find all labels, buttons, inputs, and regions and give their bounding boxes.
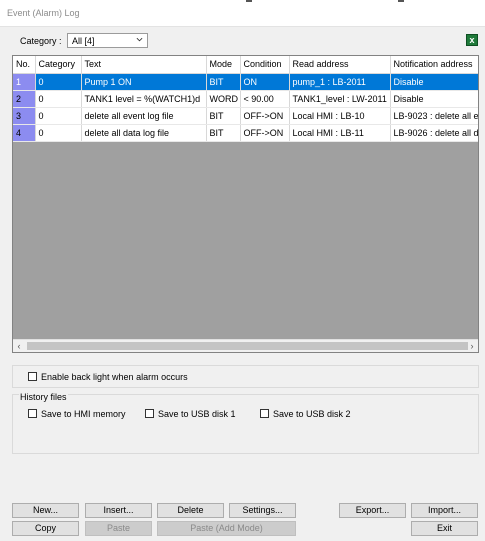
category-select[interactable]: All [4] [67, 33, 148, 48]
export-button[interactable]: Export... [339, 503, 406, 518]
row-read-address: Local HMI : LB-11 [289, 124, 391, 142]
title-bar: Event (Alarm) Log [0, 0, 485, 27]
row-condition: OFF->ON [240, 124, 290, 142]
row-read-address: TANK1_level : LW-2011 [289, 90, 391, 108]
row-text: TANK1 level = %(WATCH1)d [81, 90, 207, 108]
save-usb-disk-2-label: Save to USB disk 2 [273, 409, 351, 419]
row-category: 0 [35, 90, 82, 108]
column-header-notification-address[interactable]: Notification address [390, 56, 478, 74]
row-category: 0 [35, 73, 82, 91]
row-notification-address: Disable [390, 90, 478, 108]
row-number: 3 [13, 107, 36, 125]
row-notification-address: Disable [390, 73, 478, 91]
table-row[interactable]: 2 0 TANK1 level = %(WATCH1)d WORD < 90.0… [13, 90, 478, 108]
chevron-down-icon [136, 37, 143, 42]
excel-icon[interactable]: x [466, 34, 478, 46]
scroll-right-icon[interactable]: › [467, 341, 477, 351]
column-header-text[interactable]: Text [81, 56, 207, 74]
copy-button[interactable]: Copy [12, 521, 79, 536]
row-read-address: Local HMI : LB-10 [289, 107, 391, 125]
column-header-no[interactable]: No. [13, 56, 36, 74]
save-usb-disk-1-checkbox[interactable] [145, 409, 154, 418]
exit-button[interactable]: Exit [411, 521, 478, 536]
save-usb-disk-2-checkbox[interactable] [260, 409, 269, 418]
row-mode: BIT [206, 124, 241, 142]
column-header-read-address[interactable]: Read address [289, 56, 391, 74]
row-text: Pump 1 ON [81, 73, 207, 91]
window-title: Event (Alarm) Log [7, 8, 80, 18]
row-text: delete all data log file [81, 124, 207, 142]
backlight-checkbox[interactable] [28, 372, 37, 381]
scroll-left-icon[interactable]: ‹ [14, 341, 24, 351]
table-row[interactable]: 1 0 Pump 1 ON BIT ON pump_1 : LB-2011 Di… [13, 73, 478, 91]
insert-button[interactable]: Insert... [85, 503, 152, 518]
backlight-panel: Enable back light when alarm occurs [12, 365, 479, 388]
category-select-value: All [4] [72, 36, 95, 46]
column-header-category[interactable]: Category [35, 56, 82, 74]
row-number: 1 [13, 73, 36, 91]
row-text: delete all event log file [81, 107, 207, 125]
row-mode: WORD [206, 90, 241, 108]
row-category: 0 [35, 124, 82, 142]
row-number: 4 [13, 124, 36, 142]
import-button[interactable]: Import... [411, 503, 478, 518]
backlight-label: Enable back light when alarm occurs [41, 372, 188, 382]
column-header-condition[interactable]: Condition [240, 56, 290, 74]
row-condition: < 90.00 [240, 90, 290, 108]
settings-button[interactable]: Settings... [229, 503, 296, 518]
row-condition: OFF->ON [240, 107, 290, 125]
row-read-address: pump_1 : LB-2011 [289, 73, 391, 91]
row-notification-address: LB-9023 : delete all event [390, 107, 478, 125]
save-hmi-memory-checkbox[interactable] [28, 409, 37, 418]
delete-button[interactable]: Delete [157, 503, 224, 518]
row-number: 2 [13, 90, 36, 108]
history-files-title: History files [19, 392, 68, 402]
table-header: No. Category Text Mode Condition Read ad… [13, 56, 478, 74]
event-table: No. Category Text Mode Condition Read ad… [13, 56, 478, 142]
row-notification-address: LB-9026 : delete all data [390, 124, 478, 142]
new-button[interactable]: New... [12, 503, 79, 518]
history-files-group: History files Save to HMI memory Save to… [12, 392, 479, 454]
row-category: 0 [35, 107, 82, 125]
save-hmi-memory-label: Save to HMI memory [41, 409, 126, 419]
save-usb-disk-1-label: Save to USB disk 1 [158, 409, 236, 419]
row-mode: BIT [206, 73, 241, 91]
paste-add-mode-button[interactable]: Paste (Add Mode) [157, 521, 296, 536]
paste-button[interactable]: Paste [85, 521, 152, 536]
scrollbar-thumb[interactable] [27, 342, 468, 350]
table-row[interactable]: 4 0 delete all data log file BIT OFF->ON… [13, 124, 478, 142]
column-header-mode[interactable]: Mode [206, 56, 241, 74]
category-label: Category : [20, 36, 62, 46]
row-mode: BIT [206, 107, 241, 125]
event-list[interactable]: No. Category Text Mode Condition Read ad… [12, 55, 479, 353]
horizontal-scrollbar[interactable]: ‹ › [13, 339, 478, 352]
row-condition: ON [240, 73, 290, 91]
table-row[interactable]: 3 0 delete all event log file BIT OFF->O… [13, 107, 478, 125]
